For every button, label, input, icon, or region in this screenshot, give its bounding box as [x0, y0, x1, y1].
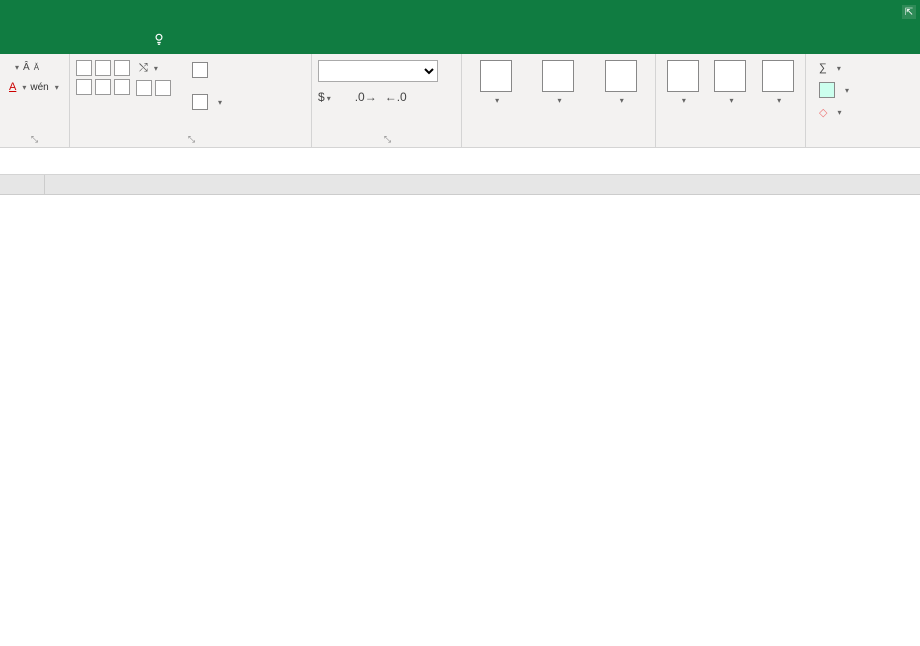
number-group-label: ⤡ — [318, 132, 455, 147]
wrap-text-button[interactable] — [189, 60, 225, 80]
orientation-button[interactable]: ⤭▾ — [136, 60, 171, 77]
insert-icon — [667, 60, 699, 92]
menu-bar — [0, 24, 920, 54]
eraser-icon: ◇ — [819, 106, 827, 119]
decrease-decimal[interactable]: ←.0 — [385, 90, 407, 104]
merge-center-button[interactable]: ▾ — [189, 92, 225, 112]
cell-style-icon — [605, 60, 637, 92]
tell-me-search[interactable] — [152, 32, 172, 46]
increase-decimal[interactable]: .0→ — [355, 90, 377, 104]
editing-group: ∑▾ ▾ ◇▾ — [806, 54, 920, 147]
align-top-right[interactable] — [114, 60, 130, 76]
font-size-preset[interactable]: ▾ Â Ǎ — [6, 60, 62, 75]
conditional-format-button[interactable]: ▾ — [480, 60, 512, 105]
align-top-center[interactable] — [95, 60, 111, 76]
fill-button[interactable]: ▾ — [816, 80, 852, 100]
bulb-icon — [152, 32, 166, 46]
currency-button[interactable]: $▾ — [318, 90, 331, 104]
alignment-group-label: ⤡ — [76, 132, 305, 147]
number-format-select[interactable] — [318, 60, 438, 82]
align-bottom-center[interactable] — [95, 79, 111, 95]
table-format-icon — [542, 60, 574, 92]
cells-group-label — [662, 143, 799, 147]
share-icon[interactable]: ⇱ — [902, 5, 916, 19]
title-bar: ⇱ — [0, 0, 920, 24]
merge-icon — [192, 94, 208, 110]
autosum-button[interactable]: ∑▾ — [816, 60, 844, 76]
delete-button[interactable]: ▾ — [714, 60, 746, 105]
cond-format-icon — [480, 60, 512, 92]
font-color[interactable]: A▾ wén▾ — [6, 79, 62, 95]
cells-group: ▾ ▾ ▾ — [656, 54, 806, 147]
wrap-icon — [192, 62, 208, 78]
sigma-icon: ∑ — [819, 62, 827, 74]
styles-group: ▾ ▾ ▾ — [462, 54, 656, 147]
font-group-partial: ▾ Â Ǎ A▾ wén▾ ⤡ — [0, 54, 70, 147]
formula-bar[interactable] — [0, 148, 920, 175]
styles-group-label — [468, 143, 649, 147]
cell-styles-button[interactable]: ▾ — [605, 60, 637, 105]
align-top-left[interactable] — [76, 60, 92, 76]
font-group-label: ⤡ — [6, 132, 63, 147]
delete-icon — [714, 60, 746, 92]
clear-button[interactable]: ◇▾ — [816, 104, 844, 121]
increase-indent[interactable] — [155, 80, 171, 96]
insert-button[interactable]: ▾ — [667, 60, 699, 105]
decrease-indent[interactable] — [136, 80, 152, 96]
align-bottom-left[interactable] — [76, 79, 92, 95]
column-headers — [0, 175, 920, 195]
format-icon — [762, 60, 794, 92]
format-button[interactable]: ▾ — [762, 60, 794, 105]
worksheet — [0, 175, 920, 195]
align-grid — [76, 60, 130, 95]
fill-icon — [819, 82, 835, 98]
table-format-button[interactable]: ▾ — [542, 60, 574, 105]
alignment-group: ⤭▾ ▾ ⤡ — [70, 54, 312, 147]
ribbon: ▾ Â Ǎ A▾ wén▾ ⤡ ⤭▾ — [0, 54, 920, 148]
window-controls: ⇱ — [902, 5, 916, 19]
select-all-triangle[interactable] — [0, 175, 45, 194]
number-group: $▾ .0→ ←.0 ⤡ — [312, 54, 462, 147]
align-bottom-right[interactable] — [114, 79, 130, 95]
